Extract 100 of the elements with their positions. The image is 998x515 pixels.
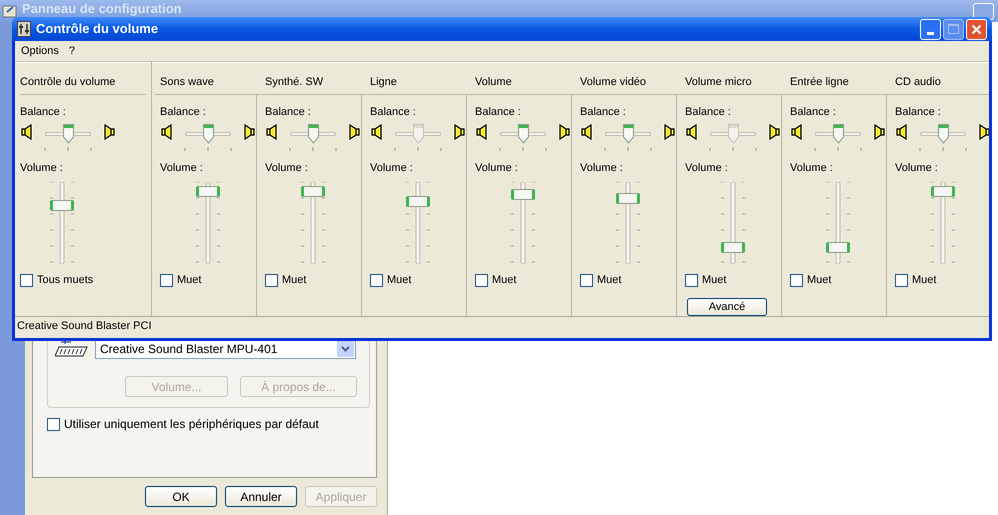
checkbox[interactable] xyxy=(790,274,803,287)
slider-thumb[interactable] xyxy=(406,196,430,207)
checkbox[interactable] xyxy=(20,274,33,287)
speaker-icon xyxy=(348,124,360,140)
checkbox[interactable] xyxy=(685,274,698,287)
slider-thumb[interactable] xyxy=(938,124,948,144)
close-button[interactable] xyxy=(966,18,987,40)
dialog-button[interactable]: Annuler xyxy=(225,486,297,507)
speaker-icon xyxy=(581,124,593,140)
balance-label: Balance : xyxy=(895,105,942,120)
balance-slider[interactable] xyxy=(395,124,441,144)
speaker-icon xyxy=(896,124,908,140)
slider-thumb[interactable] xyxy=(50,200,74,210)
keyboard-icon xyxy=(55,338,88,358)
slider-thumb[interactable] xyxy=(62,124,74,144)
volume-slider[interactable] xyxy=(824,182,850,264)
volume-label: Volume : xyxy=(475,160,519,176)
slider-thumb[interactable] xyxy=(510,189,534,200)
checkbox-label: Muet xyxy=(702,273,726,288)
channel-name: Volume vidéo xyxy=(580,76,646,88)
dialog-button[interactable]: OK xyxy=(145,486,217,507)
balance-slider[interactable] xyxy=(605,124,651,144)
balance-slider[interactable] xyxy=(710,124,756,144)
slider-thumb[interactable] xyxy=(930,186,954,196)
volume-label: Volume : xyxy=(790,160,834,176)
speaker-icon xyxy=(453,124,465,140)
slider-thumb[interactable] xyxy=(720,242,744,252)
maximize-button[interactable] xyxy=(943,18,964,40)
checkbox-label: Muet xyxy=(807,273,832,288)
close-icon xyxy=(971,24,982,34)
slider-thumb[interactable] xyxy=(832,124,844,144)
speaker-icon xyxy=(686,124,698,140)
checkbox[interactable] xyxy=(475,274,488,287)
volume-label: Volume : xyxy=(685,160,729,176)
volume-label: Volume : xyxy=(160,160,204,176)
balance-slider[interactable] xyxy=(500,124,546,144)
slider-thumb[interactable] xyxy=(622,124,634,144)
checkbox-label: Muet xyxy=(282,273,306,288)
checkbox-label: Muet xyxy=(492,273,516,288)
speaker-icon xyxy=(558,124,570,140)
menu-item[interactable]: Options xyxy=(20,42,60,60)
channel-name: Synthé. SW xyxy=(265,76,324,88)
balance-label: Balance : xyxy=(265,105,312,120)
balance-label: Balance : xyxy=(475,105,522,120)
menu-item[interactable]: ? xyxy=(68,42,76,60)
balance-label: Balance : xyxy=(790,105,837,120)
speaker-icon xyxy=(476,124,488,140)
speaker-icon xyxy=(103,124,115,140)
channel-name: Ligne xyxy=(370,76,397,88)
slider-thumb[interactable] xyxy=(308,124,318,144)
balance-slider[interactable] xyxy=(920,124,966,144)
slider-thumb[interactable] xyxy=(616,192,640,204)
status-text: Creative Sound Blaster PCI xyxy=(17,319,152,334)
checkbox[interactable] xyxy=(580,274,593,287)
mixer-icon xyxy=(17,21,31,37)
channel-name: Entrée ligne xyxy=(790,76,849,88)
balance-label: Balance : xyxy=(20,105,67,120)
checkbox[interactable] xyxy=(895,274,908,287)
volume-slider[interactable] xyxy=(300,182,326,264)
speaker-icon xyxy=(371,124,383,140)
balance-slider[interactable] xyxy=(290,124,336,144)
volume-slider[interactable] xyxy=(404,182,430,264)
window-title: Contrôle du volume xyxy=(36,20,158,38)
volume-slider[interactable] xyxy=(614,182,640,264)
channel-name: Volume xyxy=(475,76,512,88)
speaker-icon xyxy=(243,124,255,140)
speaker-icon xyxy=(791,124,803,140)
slider-thumb[interactable] xyxy=(202,124,214,144)
speaker-icon xyxy=(978,124,989,140)
volume-label: Volume : xyxy=(580,160,624,176)
volume-slider[interactable] xyxy=(510,182,536,264)
checkbox-label: Muet xyxy=(597,273,622,288)
volume-slider[interactable] xyxy=(930,182,956,264)
balance-label: Balance : xyxy=(160,105,207,120)
volume-label: Volume : xyxy=(20,160,64,176)
advanced-button[interactable]: Avancé xyxy=(687,298,767,316)
balance-slider[interactable] xyxy=(185,124,231,144)
balance-label: Balance : xyxy=(370,105,417,120)
speaker-icon xyxy=(266,124,278,140)
checkbox-label: Muet xyxy=(177,273,202,288)
checkbox[interactable] xyxy=(47,418,60,430)
checkbox[interactable] xyxy=(370,274,383,287)
checkbox[interactable] xyxy=(160,274,173,287)
slider-thumb[interactable] xyxy=(196,186,220,196)
minimize-button[interactable] xyxy=(920,18,941,40)
volume-slider[interactable] xyxy=(720,182,746,264)
speaker-icon xyxy=(161,124,173,140)
checkbox[interactable] xyxy=(265,274,278,287)
speaker-icon xyxy=(21,124,33,140)
volume-slider[interactable] xyxy=(48,182,74,264)
channel-name: Sons wave xyxy=(160,76,214,88)
window-title: Panneau de configuration xyxy=(22,0,182,18)
slider-thumb[interactable] xyxy=(518,124,528,144)
slider-thumb[interactable] xyxy=(826,242,850,252)
folder-icon xyxy=(2,3,18,19)
balance-slider[interactable] xyxy=(45,124,91,144)
volume-slider[interactable] xyxy=(194,182,220,264)
slider-thumb[interactable] xyxy=(300,186,324,196)
speaker-icon xyxy=(873,124,885,140)
balance-slider[interactable] xyxy=(815,124,861,144)
